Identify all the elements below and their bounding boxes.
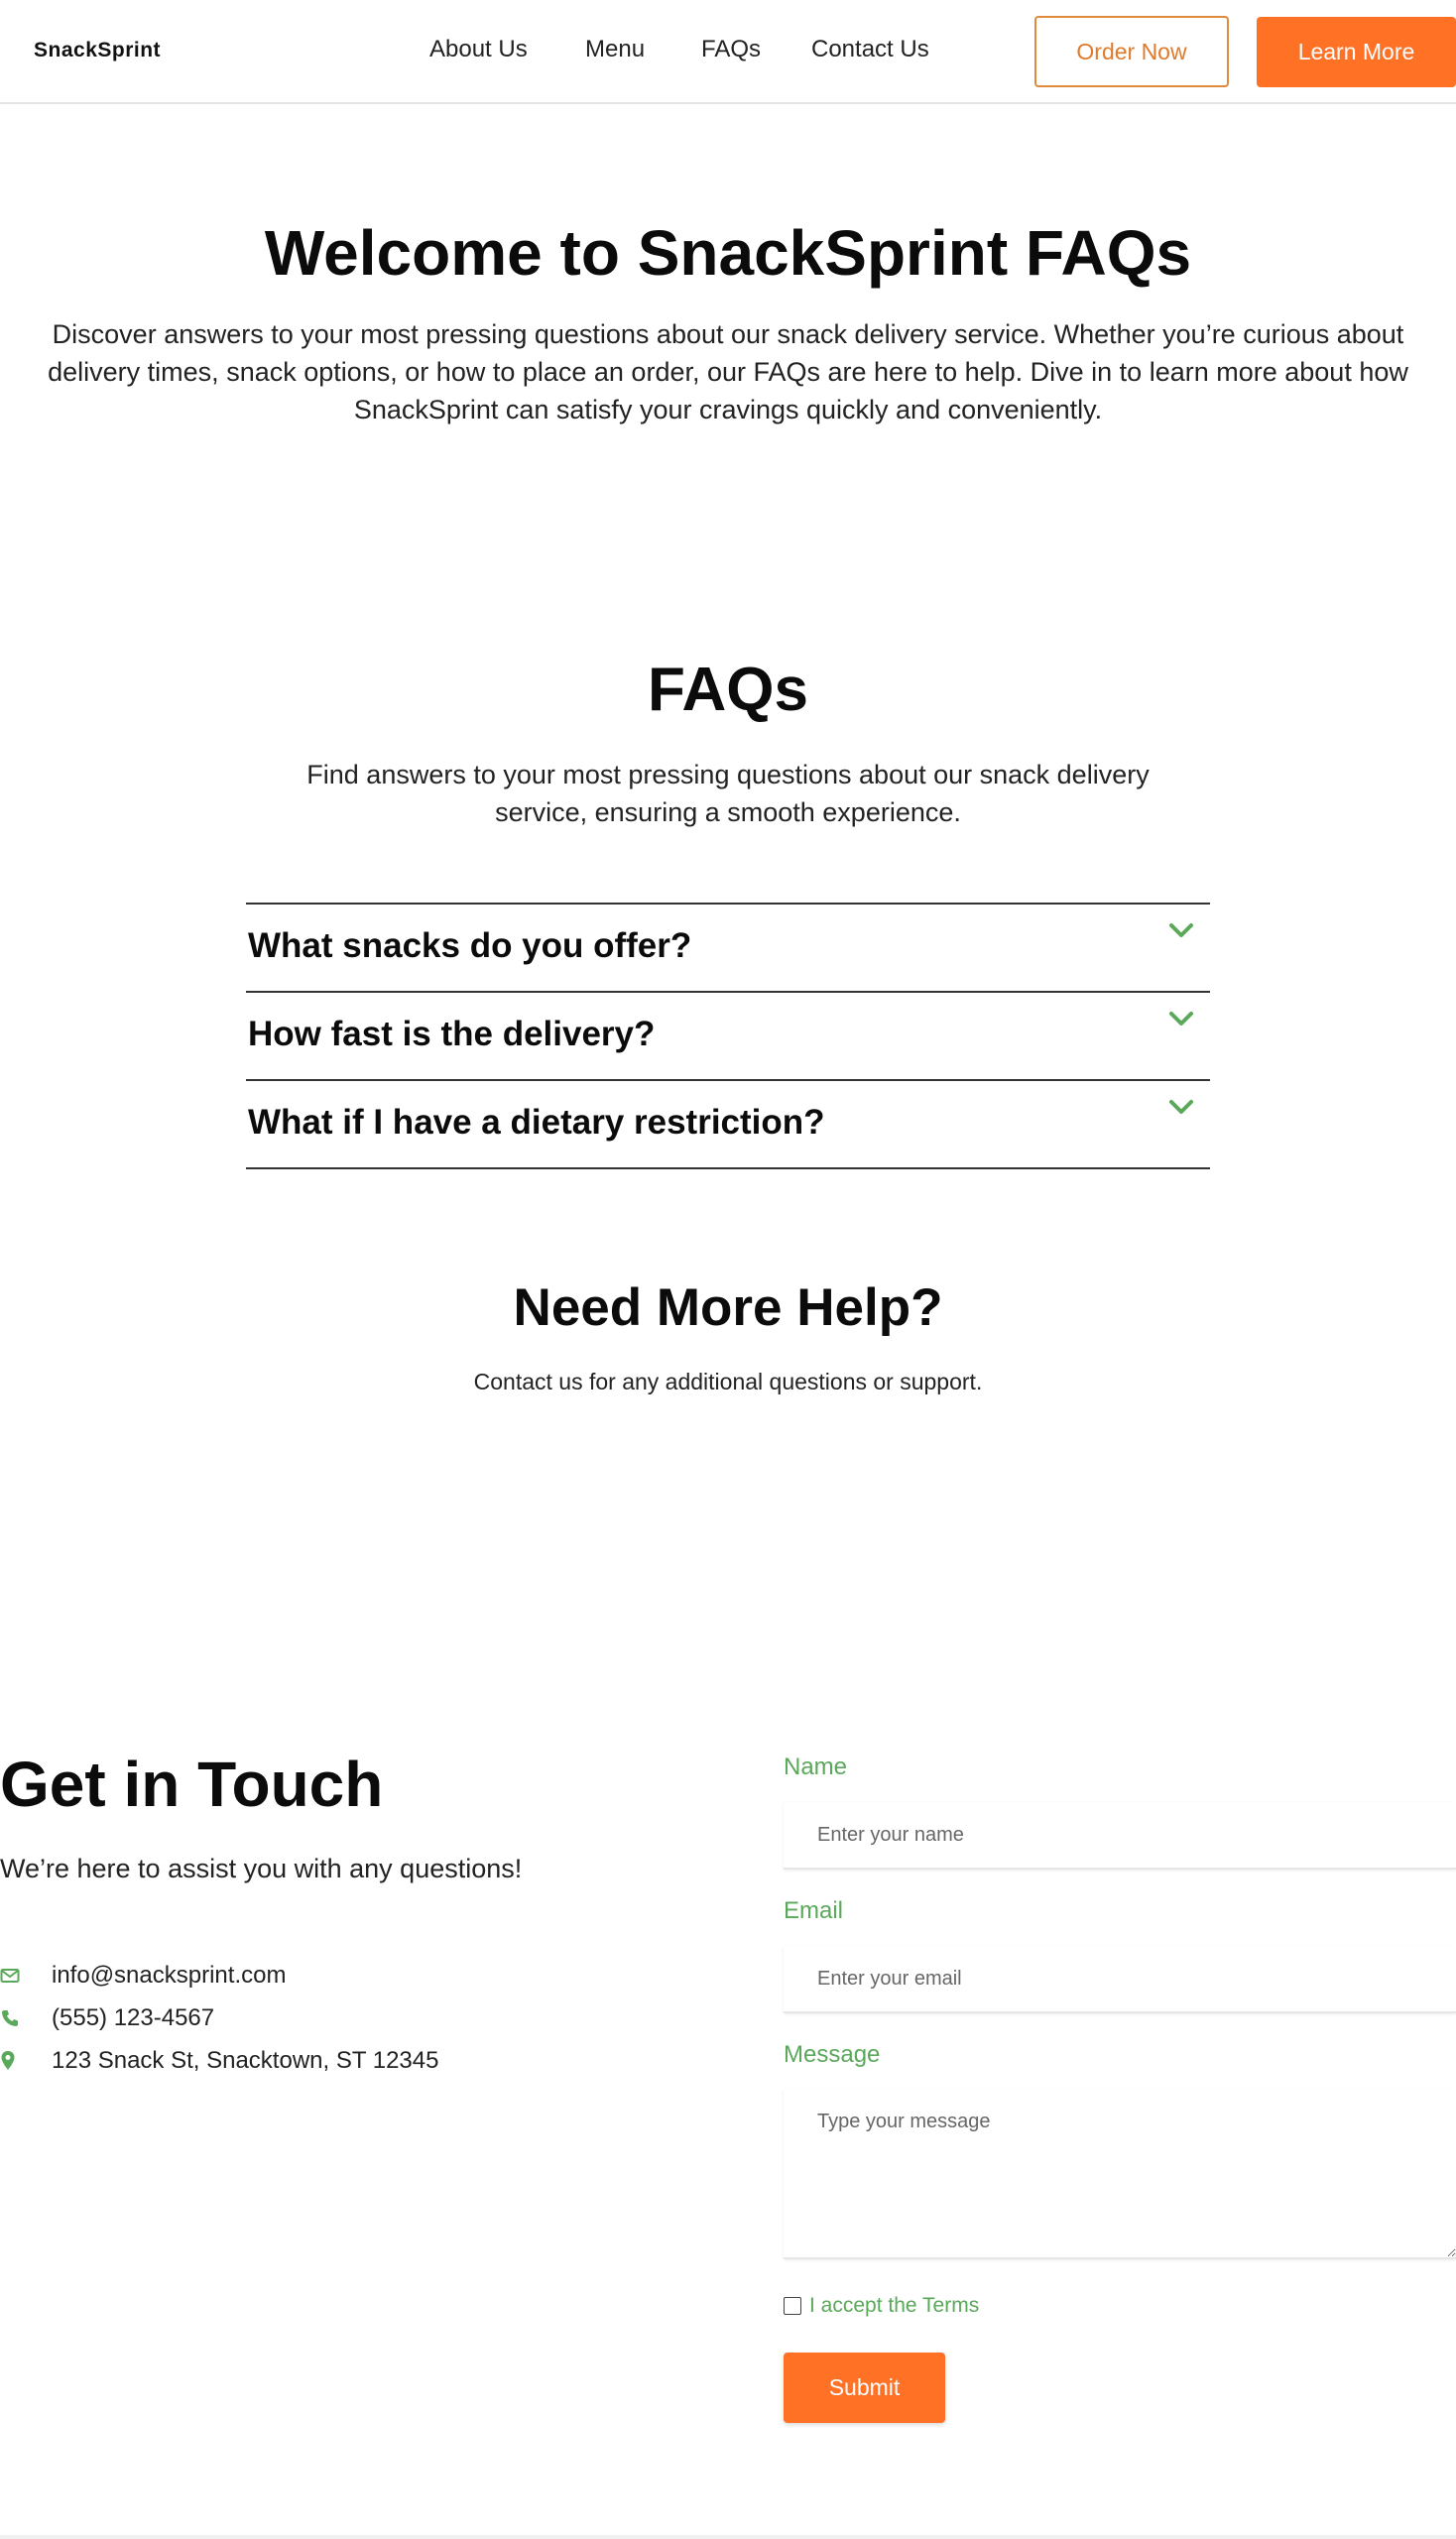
- faq-item[interactable]: How fast is the delivery?: [246, 993, 1210, 1081]
- terms-label[interactable]: I accept the Terms: [809, 2294, 979, 2318]
- faq-question: What if I have a dietary restriction?: [248, 1103, 825, 1142]
- learn-more-button[interactable]: Learn More: [1257, 17, 1456, 87]
- name-label: Name: [784, 1753, 848, 1780]
- terms-row: I accept the Terms: [784, 2293, 979, 2319]
- message-textarea[interactable]: [784, 2089, 1456, 2259]
- contact-address-text: 123 Snack St, Snacktown, ST 12345: [52, 2047, 439, 2074]
- contact-title: Get in Touch: [0, 1749, 384, 1820]
- faq-question: How fast is the delivery?: [248, 1015, 656, 1053]
- contact-email-text[interactable]: info@snacksprint.com: [52, 1962, 286, 1990]
- terms-checkbox[interactable]: [784, 2297, 801, 2315]
- email-label: Email: [784, 1897, 844, 1924]
- hero-subtitle: Discover answers to your most pressing q…: [48, 319, 1408, 424]
- order-now-button[interactable]: Order Now: [1034, 16, 1229, 87]
- email-input[interactable]: [784, 1946, 1456, 2013]
- submit-button[interactable]: Submit: [784, 2353, 945, 2423]
- chevron-down-icon[interactable]: [1168, 1009, 1194, 1028]
- map-pin-icon: [0, 2050, 22, 2072]
- contact-address: 123 Snack St, Snacktown, ST 12345: [0, 2046, 438, 2076]
- faq-title: FAQs: [648, 656, 808, 724]
- nav-about-us[interactable]: About Us: [429, 36, 528, 63]
- envelope-icon: [0, 1965, 22, 1987]
- message-label: Message: [784, 2041, 881, 2068]
- faq-item[interactable]: What if I have a dietary restriction?: [246, 1081, 1210, 1169]
- contact-phone: (555) 123-4567: [0, 2003, 214, 2033]
- contact-subtitle: We’re here to assist you with any questi…: [0, 1854, 523, 1883]
- footer-divider: [0, 2535, 1456, 2539]
- chevron-down-icon[interactable]: [1168, 1097, 1194, 1117]
- phone-icon: [0, 2007, 22, 2029]
- help-title: Need More Help?: [513, 1278, 943, 1337]
- faq-question: What snacks do you offer?: [248, 926, 692, 965]
- faq-item[interactable]: What snacks do you offer?: [246, 905, 1210, 993]
- contact-phone-text[interactable]: (555) 123-4567: [52, 2004, 214, 2032]
- main-nav: About Us Menu FAQs Contact Us: [0, 36, 1456, 67]
- contact-email: info@snacksprint.com: [0, 1961, 286, 1991]
- hero-title: Welcome to SnackSprint FAQs: [264, 217, 1192, 289]
- chevron-down-icon[interactable]: [1168, 920, 1194, 940]
- nav-contact-us[interactable]: Contact Us: [811, 36, 929, 63]
- help-subtitle: Contact us for any additional questions …: [473, 1369, 983, 1394]
- nav-faqs[interactable]: FAQs: [701, 36, 761, 63]
- name-input[interactable]: [784, 1802, 1456, 1870]
- faq-subtitle: Find answers to your most pressing quest…: [306, 760, 1150, 827]
- faq-accordion: What snacks do you offer? How fast is th…: [246, 903, 1210, 1169]
- site-header: SnackSprint About Us Menu FAQs Contact U…: [0, 0, 1456, 104]
- nav-menu[interactable]: Menu: [585, 36, 645, 63]
